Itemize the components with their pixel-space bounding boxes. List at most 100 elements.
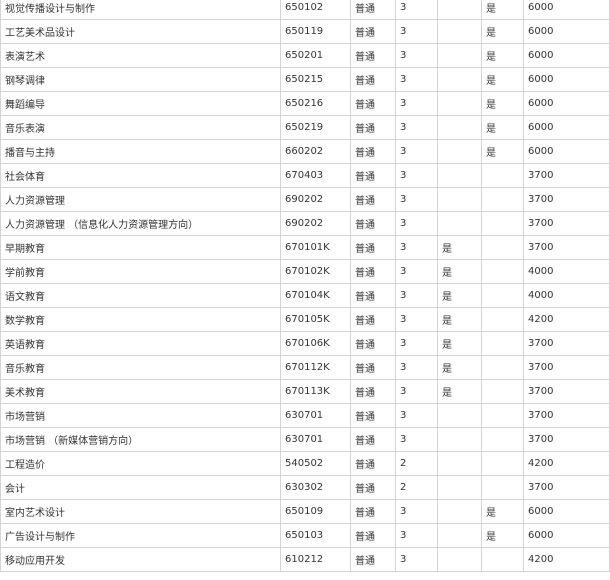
- flag-b-cell: 是: [481, 0, 524, 20]
- major-name-cell: 工程造价: [0, 451, 281, 476]
- major-code-cell: 670112K: [280, 355, 351, 380]
- flag-b-cell: [481, 427, 524, 452]
- major-code-cell: 690202: [280, 187, 351, 212]
- major-code-cell: 670101K: [280, 235, 351, 260]
- table-row: 工程造价 540502 普通 2 4200: [0, 451, 610, 476]
- duration-cell: 3: [395, 379, 438, 404]
- flag-a-cell: [437, 115, 482, 140]
- tuition-cell: 4000: [523, 283, 610, 308]
- flag-b-cell: 是: [481, 91, 524, 116]
- program-type-cell: 普通: [350, 355, 396, 380]
- major-name-cell: 社会体育: [0, 163, 281, 188]
- tuition-cell: 6000: [523, 67, 610, 92]
- major-code-cell: 650102: [280, 0, 351, 20]
- table-row: 人力资源管理 690202 普通 3 3700: [0, 187, 610, 212]
- table-row: 语文教育 670104K 普通 3 是 4000: [0, 283, 610, 308]
- major-name-cell: 广告设计与制作: [0, 523, 281, 548]
- program-type-cell: 普通: [350, 43, 396, 68]
- duration-cell: 3: [395, 91, 438, 116]
- tuition-cell: 3700: [523, 331, 610, 356]
- duration-cell: 3: [395, 307, 438, 332]
- major-code-cell: 650215: [280, 67, 351, 92]
- duration-cell: 3: [395, 115, 438, 140]
- flag-b-cell: 是: [481, 19, 524, 44]
- flag-a-cell: 是: [437, 235, 482, 260]
- duration-cell: 3: [395, 523, 438, 548]
- major-name-cell: 移动应用开发: [0, 547, 281, 572]
- duration-cell: 3: [395, 235, 438, 260]
- major-name-cell: 舞蹈编导: [0, 91, 281, 116]
- flag-b-cell: [481, 163, 524, 188]
- duration-cell: 3: [395, 499, 438, 524]
- duration-cell: 3: [395, 211, 438, 236]
- flag-a-cell: [437, 91, 482, 116]
- tuition-cell: 3700: [523, 211, 610, 236]
- tuition-cell: 3700: [523, 235, 610, 260]
- table-row: 市场营销 630701 普通 3 3700: [0, 403, 610, 428]
- major-code-cell: 650119: [280, 19, 351, 44]
- table-row: 移动应用开发 610212 普通 3 4200: [0, 547, 610, 572]
- program-type-cell: 普通: [350, 235, 396, 260]
- program-type-cell: 普通: [350, 163, 396, 188]
- major-code-cell: 650216: [280, 91, 351, 116]
- flag-b-cell: 是: [481, 43, 524, 68]
- major-code-cell: 660202: [280, 139, 351, 164]
- flag-a-cell: [437, 163, 482, 188]
- flag-b-cell: 是: [481, 67, 524, 92]
- tuition-cell: 6000: [523, 499, 610, 524]
- duration-cell: 3: [395, 547, 438, 572]
- flag-b-cell: 是: [481, 139, 524, 164]
- flag-b-cell: [481, 451, 524, 476]
- duration-cell: 2: [395, 451, 438, 476]
- major-name-cell: 市场营销: [0, 403, 281, 428]
- flag-a-cell: [437, 475, 482, 500]
- flag-b-cell: [481, 403, 524, 428]
- tuition-cell: 3700: [523, 427, 610, 452]
- program-type-cell: 普通: [350, 211, 396, 236]
- table-row: 舞蹈编导 650216 普通 3 是 6000: [0, 91, 610, 116]
- major-code-cell: 630302: [280, 475, 351, 500]
- flag-b-cell: [481, 379, 524, 404]
- flag-b-cell: 是: [481, 499, 524, 524]
- flag-a-cell: [437, 19, 482, 44]
- program-type-cell: 普通: [350, 283, 396, 308]
- table-row: 工艺美术品设计 650119 普通 3 是 6000: [0, 19, 610, 44]
- program-type-cell: 普通: [350, 331, 396, 356]
- flag-a-cell: 是: [437, 355, 482, 380]
- duration-cell: 2: [395, 475, 438, 500]
- duration-cell: 3: [395, 187, 438, 212]
- major-name-cell: 室内艺术设计: [0, 499, 281, 524]
- flag-b-cell: [481, 331, 524, 356]
- duration-cell: 3: [395, 163, 438, 188]
- table-row: 早期教育 670101K 普通 3 是 3700: [0, 235, 610, 260]
- major-name-cell: 学前教育: [0, 259, 281, 284]
- flag-a-cell: [437, 0, 482, 20]
- duration-cell: 3: [395, 67, 438, 92]
- flag-b-cell: [481, 547, 524, 572]
- major-name-cell: 人力资源管理 （信息化人力资源管理方向）: [0, 211, 281, 236]
- major-name-cell: 钢琴调律: [0, 67, 281, 92]
- table-row: 表演艺术 650201 普通 3 是 6000: [0, 43, 610, 68]
- tuition-cell: 4200: [523, 547, 610, 572]
- program-type-cell: 普通: [350, 307, 396, 332]
- major-code-cell: 630701: [280, 427, 351, 452]
- table-row: 室内艺术设计 650109 普通 3 是 6000: [0, 499, 610, 524]
- flag-a-cell: 是: [437, 307, 482, 332]
- major-code-cell: 650103: [280, 523, 351, 548]
- duration-cell: 3: [395, 0, 438, 20]
- duration-cell: 3: [395, 43, 438, 68]
- major-name-cell: 音乐教育: [0, 355, 281, 380]
- flag-a-cell: [437, 43, 482, 68]
- major-name-cell: 英语教育: [0, 331, 281, 356]
- flag-a-cell: [437, 427, 482, 452]
- major-code-cell: 690202: [280, 211, 351, 236]
- flag-a-cell: [437, 139, 482, 164]
- major-name-cell: 播音与主持: [0, 139, 281, 164]
- majors-table: 视觉传播设计与制作 650102 普通 3 是 6000 工艺美术品设计 650119 普通 3 是…: [0, 0, 610, 572]
- table-row: 数学教育 670105K 普通 3 是 4200: [0, 307, 610, 332]
- tuition-cell: 6000: [523, 115, 610, 140]
- tuition-cell: 6000: [523, 523, 610, 548]
- table-row: 音乐教育 670112K 普通 3 是 3700: [0, 355, 610, 380]
- program-type-cell: 普通: [350, 259, 396, 284]
- duration-cell: 3: [395, 139, 438, 164]
